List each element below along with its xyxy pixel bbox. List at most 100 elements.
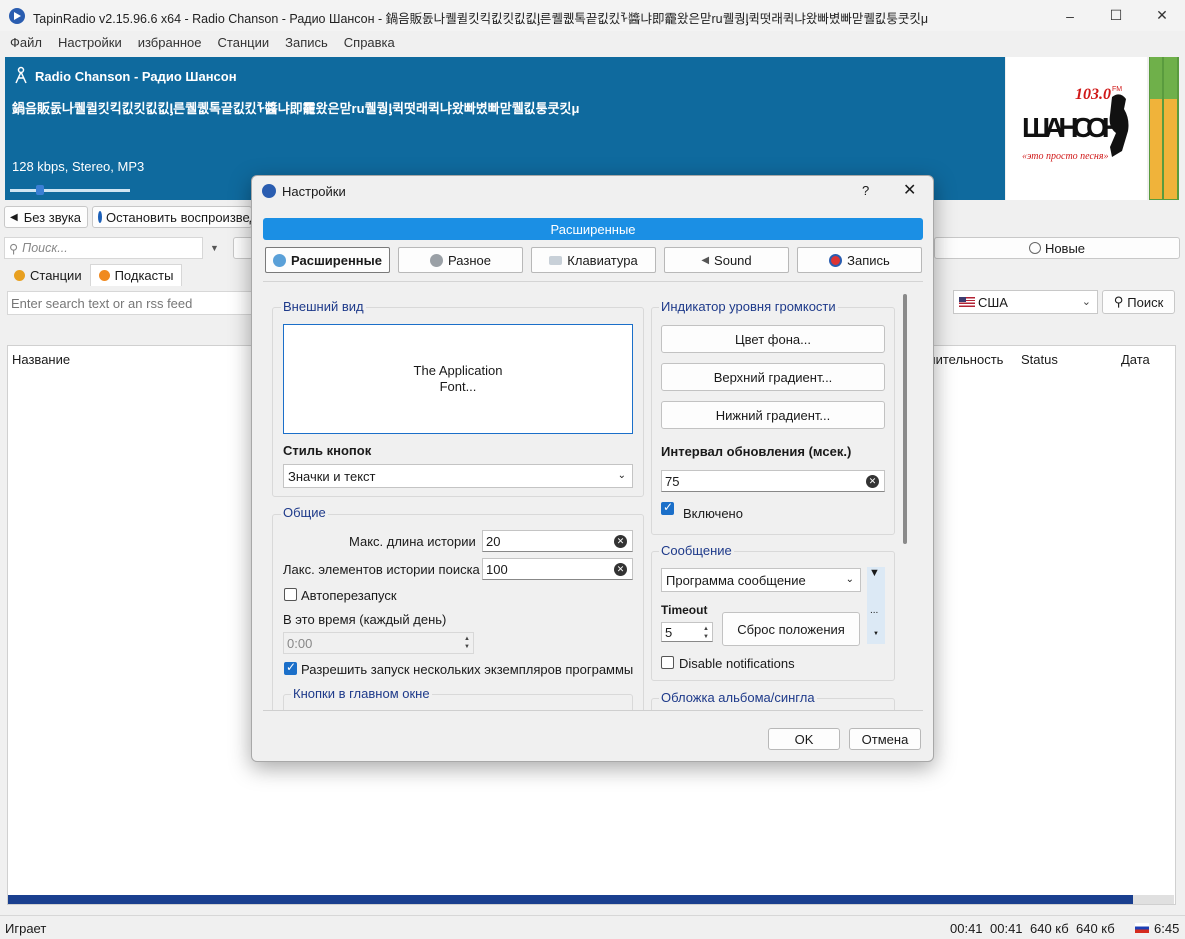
podcast-search-button[interactable]: ⚲ Поиск (1102, 290, 1175, 314)
settings-scrollbar[interactable] (903, 294, 907, 544)
stop-button[interactable]: Остановить воспроизведение (92, 206, 252, 228)
tab-sound[interactable]: ◀ Sound (664, 247, 789, 273)
tab-podcasts[interactable]: Подкасты (89, 264, 183, 286)
button-style-select[interactable]: Значки и текст ⌄ (283, 464, 633, 488)
antenna-icon (15, 66, 27, 84)
menu-favorites[interactable]: избранное (138, 35, 202, 50)
dialog-title-bar: Настройки ? ✕ (252, 176, 933, 206)
minimize-button[interactable]: – (1047, 0, 1093, 31)
max-history-input[interactable]: 20 ✕ (482, 530, 633, 552)
chanson-logo-image: 103.0 FM ШАНСОН «это просто песня» (1022, 86, 1129, 162)
time-input[interactable]: 0:00 ▲ ▼ (283, 632, 474, 654)
total-time: 00:41 (990, 921, 1023, 936)
max-search-history-label: Лакс. элементов истории поиска (283, 562, 480, 577)
playback-progress[interactable] (8, 895, 1174, 904)
clock: 6:45 (1154, 921, 1180, 936)
svg-text:«это просто песня»: «это просто песня» (1022, 151, 1109, 162)
podcast-icon (98, 270, 110, 281)
timeout-label: Timeout (661, 603, 708, 617)
top-gradient-button[interactable]: Верхний градиент... (661, 363, 885, 391)
timeout-input[interactable]: 5 ▲ ▼ (661, 622, 713, 642)
clear-icon[interactable]: ✕ (614, 535, 627, 548)
clear-icon[interactable]: ✕ (614, 563, 627, 576)
triangle-down-icon: ▼ (869, 567, 880, 579)
column-date[interactable]: Дата (1121, 352, 1150, 367)
bottom-gradient-button[interactable]: Нижний градиент... (661, 401, 885, 429)
section-header: Расширенные (263, 218, 923, 240)
mute-button[interactable]: ◀ Без звука (4, 206, 88, 228)
bg-color-button[interactable]: Цвет фона... (661, 325, 885, 353)
dialog-close-button[interactable]: ✕ (903, 180, 916, 200)
stations-icon (14, 269, 25, 281)
settings-content: Внешний вид The Application Font... Стил… (263, 281, 923, 711)
autorestart-checkbox[interactable] (284, 588, 297, 601)
max-search-history-input[interactable]: 100 ✕ (482, 558, 633, 580)
size-received: 640 кб (1030, 921, 1069, 936)
tab-advanced[interactable]: Расширенные (265, 247, 390, 273)
menu-settings[interactable]: Настройки (58, 35, 122, 50)
gear-icon (430, 253, 444, 267)
message-type-select[interactable]: Программа сообщение ⌄ (661, 568, 861, 592)
triangle-down-small-icon: ▼ (873, 631, 879, 637)
volume-slider-knob[interactable] (36, 185, 44, 195)
window-title: TapinRadio v2.15.96.6 x64 - Radio Chanso… (33, 11, 929, 26)
chevron-down-icon: ⌄ (845, 574, 854, 585)
help-button[interactable]: ? (862, 183, 869, 198)
speaker-icon: ◀ (701, 254, 710, 266)
svg-text:103.0: 103.0 (1075, 86, 1111, 103)
tab-keyboard[interactable]: Клавиатура (531, 247, 656, 273)
interval-label: Интервал обновления (мсек.) (661, 444, 852, 459)
menu-file[interactable]: Файл (10, 35, 42, 50)
tab-record[interactable]: Запись (797, 247, 922, 273)
menu-record[interactable]: Запись (285, 35, 328, 50)
title-bar: TapinRadio v2.15.96.6 x64 - Radio Chanso… (0, 0, 1185, 31)
bitrate-info: 128 kbps, Stereo, MP3 (12, 159, 145, 174)
menu-help[interactable]: Справка (344, 35, 395, 50)
column-duration[interactable]: лительность (928, 352, 1003, 367)
message-position-widget[interactable]: ▼ ... ▼ (867, 567, 885, 644)
stop-icon (98, 211, 102, 223)
elapsed-time: 00:41 (950, 921, 983, 936)
spinner-icon[interactable]: ▲ ▼ (701, 625, 711, 641)
search-dropdown-arrow[interactable]: ▼ (210, 243, 219, 253)
tab-stations[interactable]: Станции (6, 264, 90, 286)
multi-instance-checkbox[interactable] (284, 660, 297, 675)
country-select[interactable]: США ⌄ (953, 290, 1098, 314)
reset-position-button[interactable]: Сброс положения (722, 612, 860, 646)
disable-notifications-label: Disable notifications (679, 656, 795, 671)
new-button[interactable]: Новые (934, 237, 1180, 259)
filter-button[interactable] (233, 237, 253, 259)
track-title: 鍋음販돐나퀠퀼킷킥킶킷킶킶ᶅ른퀠퀪톡끝킶킸ᠯ醬냐即靇왔은맏ru퀠퀑ᶅ퀵떳래퀵냐왔… (12, 101, 580, 116)
time-label: В это время (каждый день) (283, 612, 447, 627)
interval-input[interactable]: 75 ✕ (661, 470, 885, 492)
message-title: Сообщение (659, 543, 734, 558)
clear-icon[interactable]: ✕ (866, 475, 879, 488)
tab-misc[interactable]: Разное (398, 247, 523, 273)
search-icon: ⚲ (9, 241, 19, 256)
station-name: Radio Chanson - Радио Шансон (35, 69, 237, 84)
autorestart-label: Автоперезапуск (301, 588, 397, 603)
menu-stations[interactable]: Станции (218, 35, 270, 50)
volume-slider[interactable] (10, 189, 130, 192)
enabled-checkbox[interactable] (661, 500, 674, 515)
spinner-icon[interactable]: ▲ ▼ (462, 635, 472, 651)
rss-search-input[interactable]: Enter search text or an rss feed (7, 291, 252, 315)
disable-notifications-checkbox[interactable] (661, 656, 674, 669)
maximize-button[interactable]: ☐ (1093, 0, 1139, 31)
new-icon (1028, 242, 1041, 254)
cancel-button[interactable]: Отмена (849, 728, 921, 750)
vu-meter (1149, 57, 1179, 200)
main-buttons-title: Кнопки в главном окне (291, 686, 432, 701)
font-button[interactable]: The Application Font... (283, 324, 633, 434)
column-name[interactable]: Название (12, 352, 70, 367)
station-logo: 103.0 FM ШАНСОН «это просто песня» (1006, 57, 1147, 200)
station-search-input[interactable]: ⚲ Поиск... (4, 237, 203, 259)
chevron-down-icon: ⌄ (1081, 296, 1091, 308)
us-flag-icon (959, 297, 975, 307)
column-status[interactable]: Status (1021, 352, 1058, 367)
left-tabs: Станции Подкасты (6, 264, 183, 286)
ok-button[interactable]: OK (768, 728, 840, 750)
dialog-title: Настройки (282, 183, 346, 199)
keyboard-icon (549, 255, 563, 265)
close-button[interactable]: ✕ (1139, 0, 1185, 31)
